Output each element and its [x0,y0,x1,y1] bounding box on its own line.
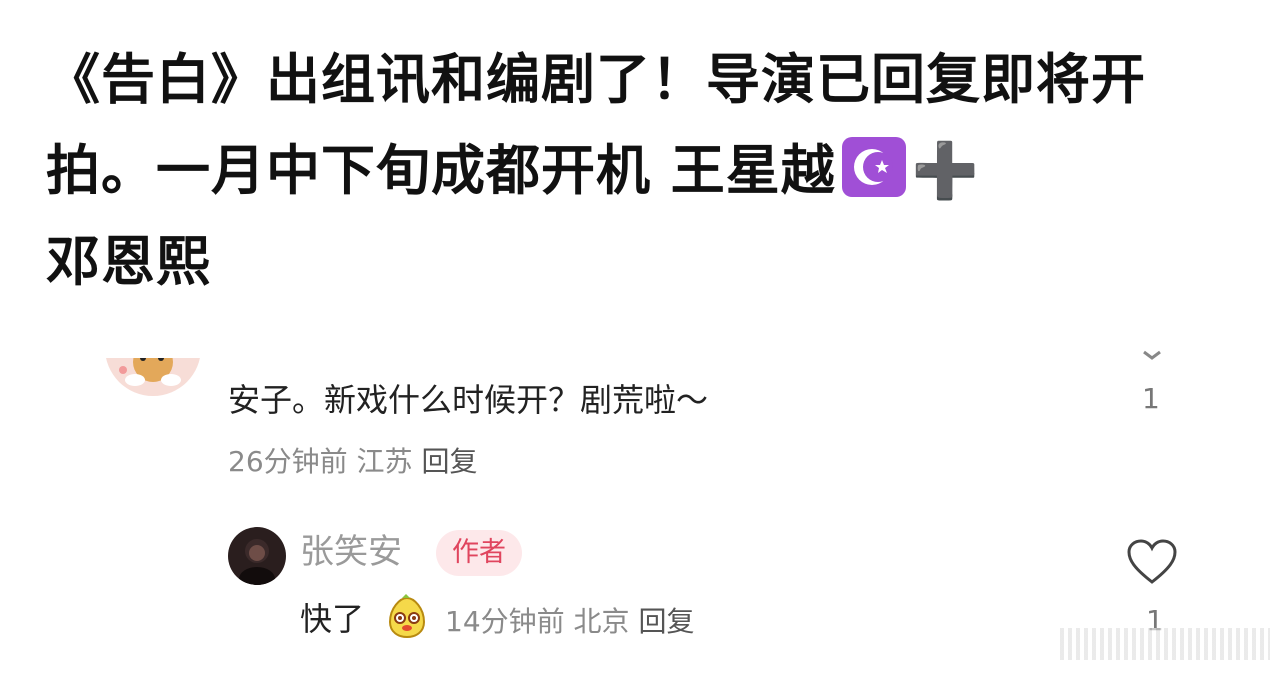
heart-icon[interactable] [1126,538,1178,586]
author-name[interactable]: 张笑安 [300,528,402,576]
comment-meta: 26分钟前 江苏 回复 [228,440,477,480]
plus-icon: ➕ [911,139,981,202]
comment-text: 安子。新戏什么时候开？剧荒啦～ [228,381,709,419]
sticker-icon [388,594,426,639]
reply-time: 14分钟前 [445,605,565,638]
comment-time: 26分钟前 [228,445,348,478]
reply-meta: 14分钟前 北京 回复 [445,600,694,640]
reply-text: 快了 [300,600,365,638]
reply-location: 北京 [573,605,630,638]
post-headline: 《告白》出组讯和编剧了！导演已回复即将开拍。一月中下旬成都开机 王星越 ➕ 邓恩熙 [46,34,1246,307]
divider [0,300,1284,358]
author-avatar[interactable] [228,527,286,585]
watermark [1060,628,1270,660]
author-badge: 作者 [436,530,522,576]
reply-reply-button[interactable]: 回复 [638,605,694,638]
headline-text: 《告白》出组讯和编剧了！导演已回复即将开拍。一月中下旬成都开机 王星越 [46,48,1146,202]
comment-reply-button[interactable]: 回复 [421,445,477,478]
comment-like-count: 1 [1142,382,1160,415]
headline-text-2: 邓恩熙 [46,230,211,293]
comment-location: 江苏 [356,445,413,478]
star-and-crescent-emoji-icon [841,137,906,197]
chevron-down-icon[interactable] [1140,346,1164,362]
